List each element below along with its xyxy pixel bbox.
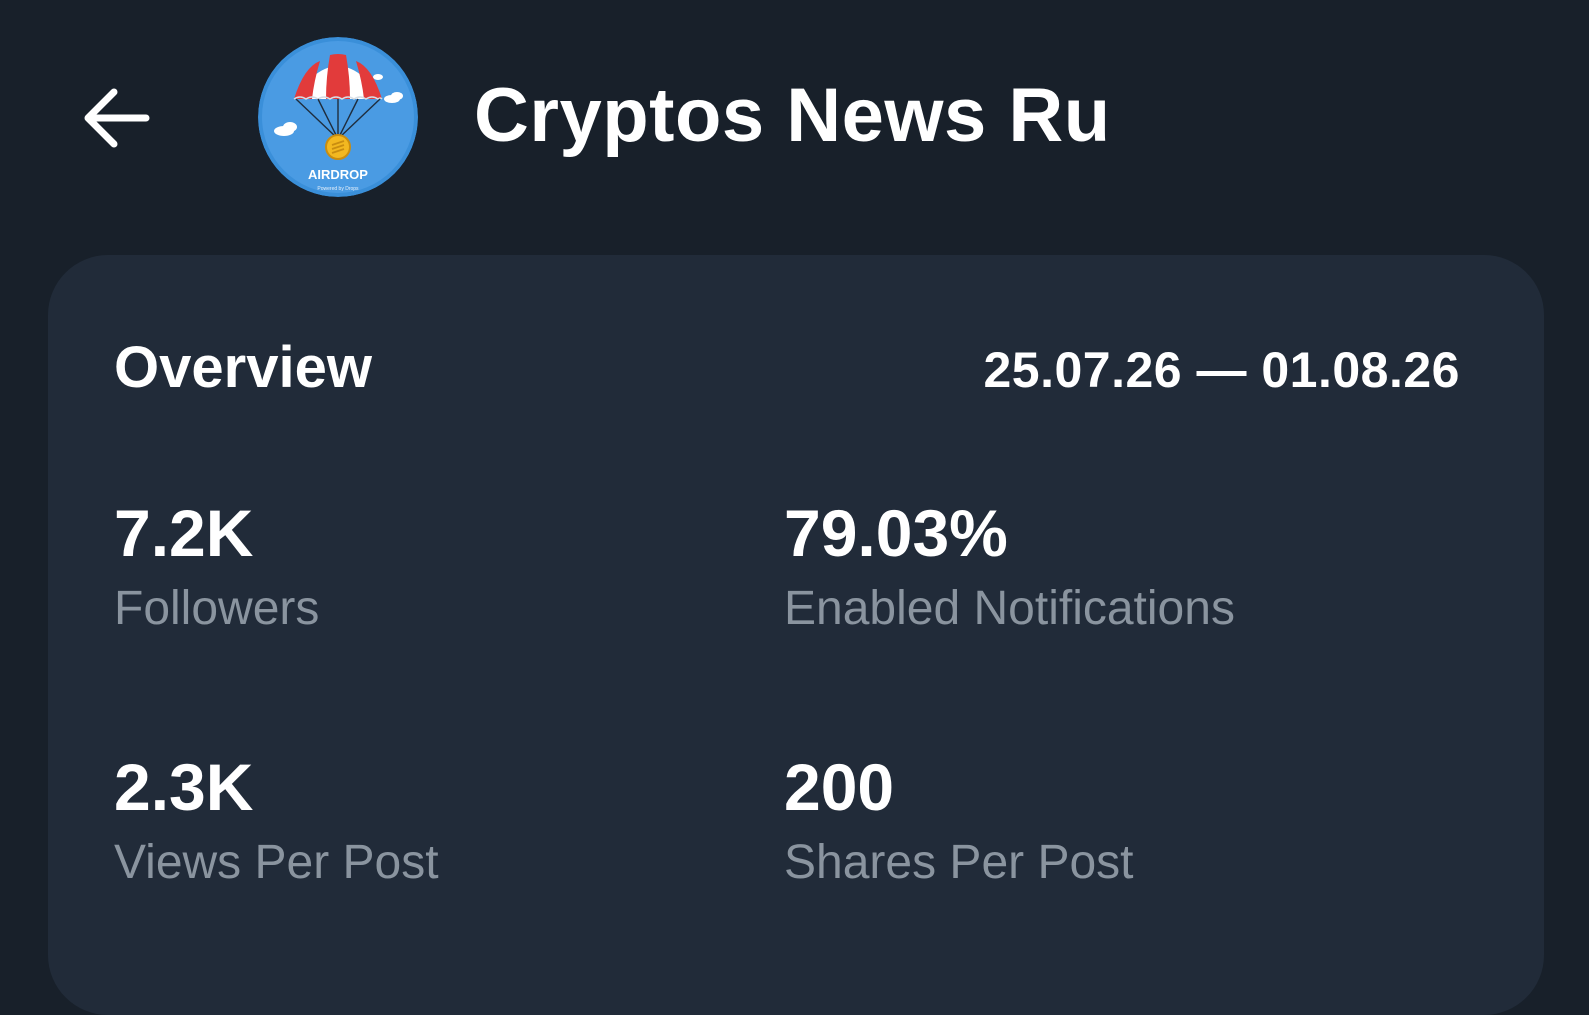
airdrop-parachute-logo: AIRDROP Powered by Drops — [258, 37, 418, 197]
date-range[interactable]: 25.07.26 — 01.08.26 — [983, 335, 1460, 405]
stat-label: Enabled Notifications — [784, 582, 1235, 635]
avatar-subtext: Powered by Drops — [317, 186, 359, 192]
stat-enabled-notifications: 79.03% Enabled Notifications — [784, 493, 1424, 641]
stat-label: Views Per Post — [114, 836, 439, 889]
avatar-text: AIRDROP — [308, 167, 368, 182]
stat-value: 2.3K — [114, 750, 254, 824]
channel-title: Cryptos News Ru — [474, 73, 1111, 158]
stat-value: 200 — [784, 750, 895, 824]
stat-label: Followers — [114, 582, 320, 635]
back-button[interactable] — [68, 70, 164, 166]
stat-views-per-post: 2.3K Views Per Post — [114, 747, 754, 895]
stat-value: 7.2K — [114, 496, 254, 570]
channel-header: AIRDROP Powered by Drops Cryptos News Ru — [0, 0, 1589, 240]
overview-card: Overview 25.07.26 — 01.08.26 7.2K Follow… — [48, 255, 1544, 1015]
stat-label: Shares Per Post — [784, 836, 1134, 889]
stat-value: 79.03% — [784, 496, 1008, 570]
stat-followers: 7.2K Followers — [114, 493, 754, 641]
arrow-left-icon — [84, 88, 150, 148]
stat-shares-per-post: 200 Shares Per Post — [784, 747, 1424, 895]
overview-title: Overview — [114, 335, 372, 400]
channel-avatar[interactable]: AIRDROP Powered by Drops — [258, 37, 418, 197]
